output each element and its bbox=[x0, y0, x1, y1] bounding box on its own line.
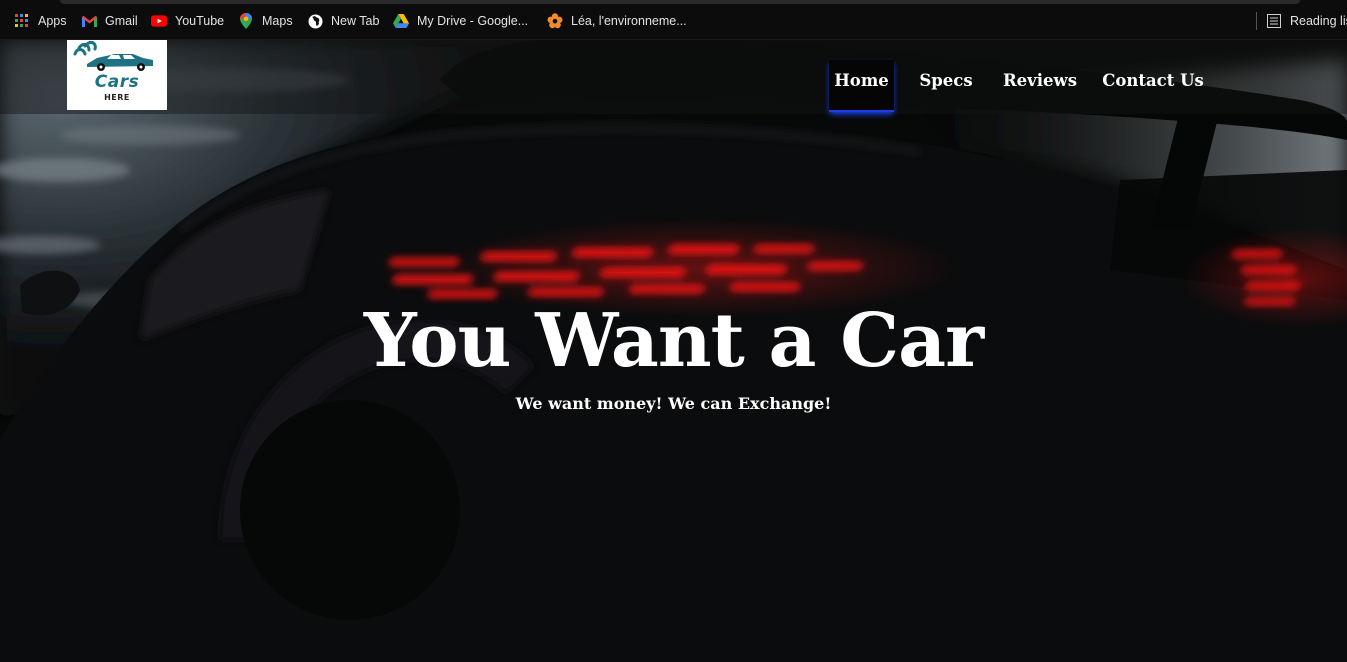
bookmarks-divider bbox=[1256, 12, 1257, 30]
gmail-icon bbox=[81, 13, 97, 29]
nav-label: Reviews bbox=[1002, 71, 1078, 90]
nav-specs[interactable]: Specs bbox=[914, 60, 978, 112]
bookmark-label: Léa, l'environneme... bbox=[571, 14, 687, 28]
maps-pin-icon bbox=[238, 13, 254, 29]
bookmark-maps[interactable]: Maps bbox=[238, 11, 293, 31]
nav-label: Contact Us bbox=[1102, 71, 1204, 90]
bookmark-gmail[interactable]: Gmail bbox=[81, 11, 138, 31]
bookmark-youtube[interactable]: YouTube bbox=[151, 11, 224, 31]
nav-label: Specs bbox=[919, 71, 973, 90]
site-navbar: Cars HERE Home Specs Reviews Contact Us bbox=[0, 40, 1347, 114]
reading-list-icon bbox=[1266, 13, 1282, 29]
bookmark-my-drive[interactable]: My Drive - Google... bbox=[393, 11, 528, 31]
site-logo[interactable]: Cars HERE bbox=[67, 40, 167, 110]
google-drive-icon bbox=[393, 13, 409, 29]
hero-title: You Want a Car bbox=[363, 298, 984, 384]
bookmark-new-tab[interactable]: New Tab bbox=[307, 11, 379, 31]
logo-subtext: HERE bbox=[104, 93, 130, 102]
nav-home[interactable]: Home bbox=[829, 60, 894, 112]
apps-grid-icon bbox=[14, 13, 30, 29]
bookmarks-bar: Apps Gmail YouTube Maps New Tab My Drive… bbox=[0, 0, 1347, 40]
logo-text: Cars bbox=[94, 72, 140, 92]
car-logo-icon bbox=[73, 40, 153, 71]
bookmark-label: Apps bbox=[38, 14, 67, 28]
bookmark-label: My Drive - Google... bbox=[417, 14, 529, 28]
youtube-icon bbox=[151, 13, 167, 29]
bookmark-label: New Tab bbox=[331, 14, 380, 28]
bookmark-label: Gmail bbox=[105, 14, 138, 28]
bookmark-label: Reading list bbox=[1290, 14, 1347, 28]
nav-contact-us[interactable]: Contact Us bbox=[1102, 60, 1204, 112]
nav-reviews[interactable]: Reviews bbox=[998, 60, 1082, 112]
hero-subtitle: We want money! We can Exchange! bbox=[515, 394, 832, 413]
bookmark-label: YouTube bbox=[175, 14, 225, 28]
hero-section: Cars HERE Home Specs Reviews Contact Us … bbox=[0, 40, 1347, 662]
bookmark-lea[interactable]: Léa, l'environneme... bbox=[547, 11, 687, 31]
globe-icon bbox=[307, 13, 323, 29]
bookmark-apps[interactable]: Apps bbox=[14, 11, 67, 31]
bookmark-reading-list[interactable]: Reading list bbox=[1266, 11, 1347, 31]
flower-icon bbox=[547, 13, 563, 29]
bookmark-label: Maps bbox=[262, 14, 293, 28]
nav-label: Home bbox=[834, 71, 889, 90]
